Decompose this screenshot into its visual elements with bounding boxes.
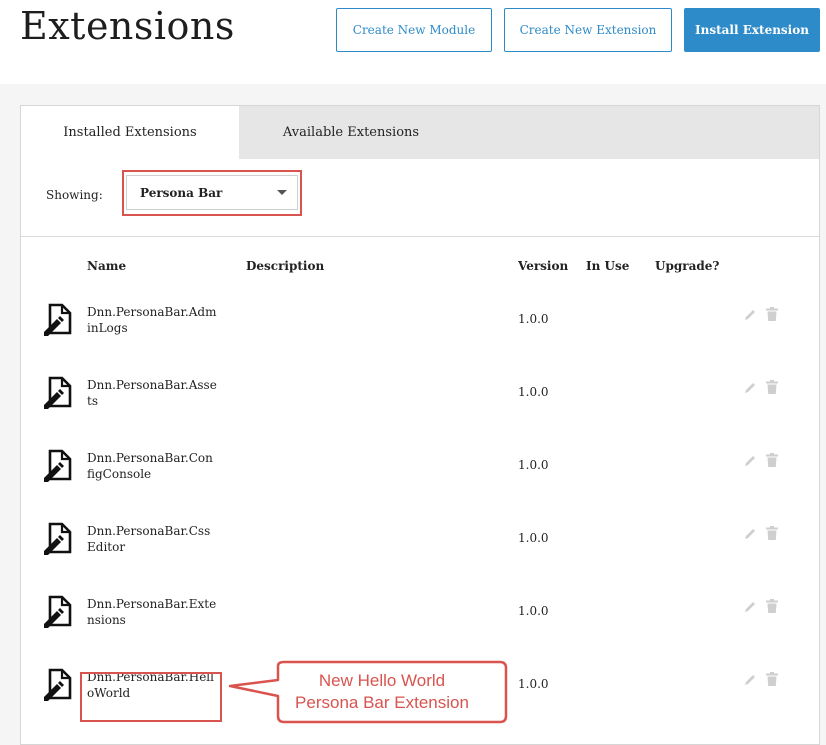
install-extension-button[interactable]: Install Extension [684, 8, 820, 52]
extension-name: Dnn.PersonaBar.Extensions [87, 597, 217, 627]
table-row[interactable]: Dnn.PersonaBar.Assets 1.0.0 [21, 359, 819, 431]
trash-icon[interactable] [766, 307, 778, 321]
extension-version: 1.0.0 [518, 458, 549, 472]
module-package-icon [44, 376, 72, 409]
extension-type-select[interactable]: Persona Bar [126, 175, 298, 210]
table-row[interactable]: Dnn.PersonaBar.AdminLogs 1.0.0 [21, 286, 819, 358]
module-package-icon [44, 522, 72, 555]
tab-installed-extensions[interactable]: Installed Extensions [21, 106, 239, 159]
edit-icon[interactable] [743, 381, 757, 395]
header-bar: Extensions Create New Module Create New … [0, 0, 826, 84]
edit-icon[interactable] [743, 600, 757, 614]
trash-icon[interactable] [766, 599, 778, 613]
extension-type-select-value: Persona Bar [140, 185, 223, 200]
create-new-extension-button[interactable]: Create New Extension [504, 8, 672, 52]
trash-icon[interactable] [766, 380, 778, 394]
column-header-version[interactable]: Version [518, 259, 568, 273]
chevron-down-icon [277, 190, 287, 195]
showing-label: Showing: [46, 188, 103, 202]
trash-icon[interactable] [766, 526, 778, 540]
module-package-icon [44, 449, 72, 482]
module-package-icon [44, 303, 72, 336]
extension-name: Dnn.PersonaBar.Assets [87, 378, 217, 408]
edit-icon[interactable] [743, 527, 757, 541]
extension-version: 1.0.0 [518, 604, 549, 618]
annotation-line-2: Persona Bar Extension [295, 693, 469, 712]
extension-version: 1.0.0 [518, 312, 549, 326]
column-header-description[interactable]: Description [246, 259, 324, 273]
page-title: Extensions [20, 4, 235, 48]
annotation-text: New Hello World Persona Bar Extension [262, 670, 502, 714]
extension-version: 1.0.0 [518, 385, 549, 399]
edit-icon[interactable] [743, 673, 757, 687]
trash-icon[interactable] [766, 453, 778, 467]
extension-version: 1.0.0 [518, 531, 549, 545]
new-extension-highlight-box [80, 672, 222, 722]
extension-name: Dnn.PersonaBar.ConfigConsole [87, 451, 213, 481]
annotation-line-1: New Hello World [318, 671, 446, 690]
extensions-panel: Installed Extensions Available Extension… [20, 105, 820, 745]
edit-icon[interactable] [743, 454, 757, 468]
table-row[interactable]: Dnn.PersonaBar.Extensions 1.0.0 [21, 578, 819, 650]
table-row[interactable]: Dnn.PersonaBar.ConfigConsole 1.0.0 [21, 432, 819, 504]
column-header-in-use[interactable]: In Use [586, 259, 629, 273]
module-package-icon [44, 595, 72, 628]
edit-icon[interactable] [743, 308, 757, 322]
create-new-module-button[interactable]: Create New Module [336, 8, 492, 52]
extension-name: Dnn.PersonaBar.AdminLogs [87, 305, 217, 335]
column-header-name[interactable]: Name [87, 259, 126, 273]
tab-available-extensions[interactable]: Available Extensions [239, 106, 463, 159]
table-row[interactable]: Dnn.PersonaBar.CssEditor 1.0.0 [21, 505, 819, 577]
column-header-upgrade[interactable]: Upgrade? [655, 259, 719, 273]
extension-version: 1.0.0 [518, 677, 549, 691]
module-package-icon [44, 668, 72, 701]
extension-name: Dnn.PersonaBar.CssEditor [87, 524, 211, 554]
filter-divider [21, 236, 819, 237]
tab-bar: Installed Extensions Available Extension… [21, 106, 819, 159]
trash-icon[interactable] [766, 672, 778, 686]
